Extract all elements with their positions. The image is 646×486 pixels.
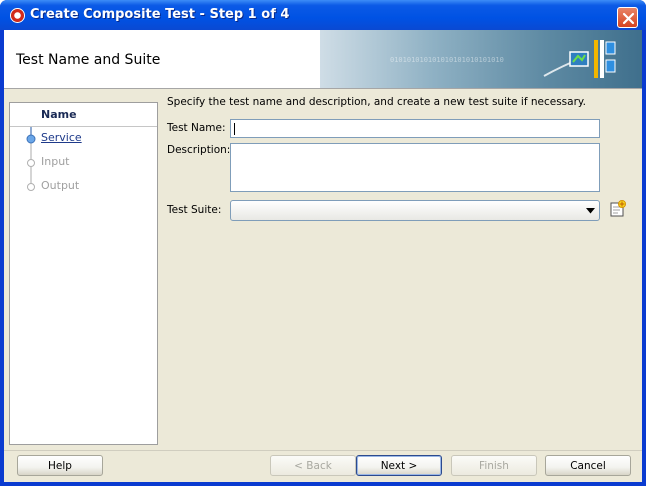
next-button[interactable]: Next > [356, 455, 442, 476]
step-service-link[interactable]: Service [41, 131, 82, 144]
oracle-app-icon [10, 8, 25, 23]
window-title: Create Composite Test - Step 1 of 4 [30, 7, 290, 22]
step-service[interactable]: Service [10, 127, 157, 151]
test-name-label: Test Name: [167, 122, 226, 134]
step-input: Input [10, 151, 157, 175]
close-icon [622, 12, 635, 25]
finish-button[interactable]: Finish [451, 455, 537, 476]
footer-divider [4, 450, 642, 451]
step-input-label: Input [41, 155, 70, 168]
step-output: Output [10, 175, 157, 199]
back-button[interactable]: < Back [270, 455, 356, 476]
wizard-header: Test Name and Suite 01010101010101010101… [4, 30, 642, 88]
cancel-button[interactable]: Cancel [545, 455, 631, 476]
test-name-input[interactable] [230, 119, 600, 138]
intro-text: Specify the test name and description, a… [167, 96, 586, 108]
test-suite-dropdown[interactable] [230, 200, 600, 221]
text-caret [234, 123, 235, 135]
composite-test-icon [543, 40, 616, 78]
dialog-client: Test Name and Suite 01010101010101010101… [4, 30, 642, 482]
header-banner: 010101010101010101010101010 [320, 30, 642, 88]
steps-panel: Name Service Input Output [9, 102, 158, 445]
title-bar[interactable]: Create Composite Test - Step 1 of 4 [0, 0, 646, 30]
step-output-label: Output [41, 179, 80, 192]
close-button[interactable] [617, 7, 638, 28]
step-name[interactable]: Name [10, 103, 157, 127]
header-divider [4, 88, 642, 89]
description-label: Description: [167, 144, 231, 156]
new-suite-icon[interactable] [609, 200, 627, 218]
test-suite-label: Test Suite: [167, 204, 222, 216]
banner-binary-text: 010101010101010101010101010 [390, 56, 504, 64]
page-title: Test Name and Suite [16, 52, 161, 68]
chevron-down-icon [586, 208, 595, 214]
step-name-label: Name [41, 108, 77, 121]
dialog-window: Create Composite Test - Step 1 of 4 Test… [0, 0, 646, 486]
description-textarea[interactable] [230, 143, 600, 192]
help-button[interactable]: Help [17, 455, 103, 476]
